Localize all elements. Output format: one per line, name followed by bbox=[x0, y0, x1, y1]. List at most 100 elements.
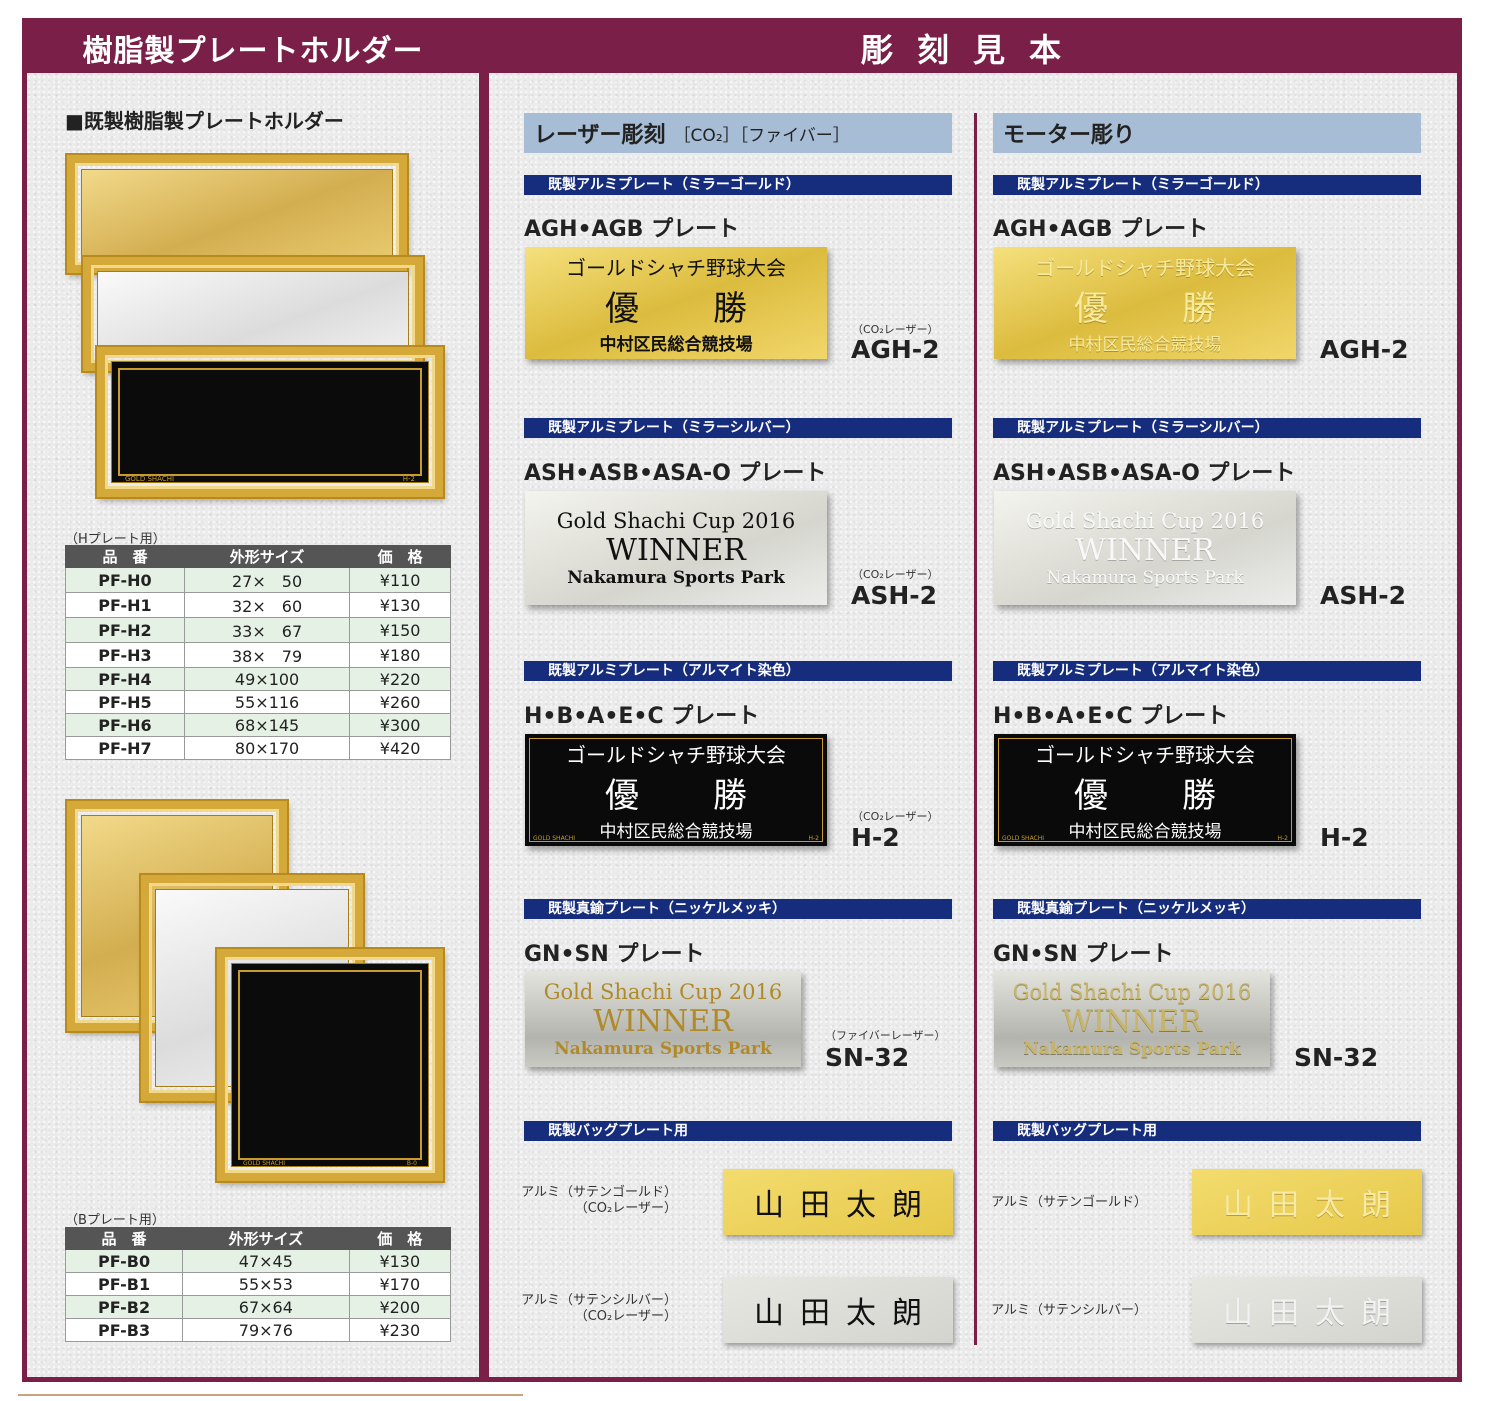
table-header-price: 価 格 bbox=[348, 1227, 452, 1250]
table-header-code: 品 番 bbox=[65, 545, 185, 568]
b-holder-brand-label: GOLD SHACHI bbox=[243, 1160, 286, 1167]
cell-price: ¥230 bbox=[348, 1318, 452, 1342]
model-ash-2: ASH-2 bbox=[1320, 581, 1407, 610]
product-title-hbaec: H•B•A•E•C プレート bbox=[524, 704, 760, 729]
section-bar-nickel: 既製真鍮プレート（ニッケルメッキ） bbox=[993, 899, 1421, 919]
model-sn-32: SN-32 bbox=[1294, 1043, 1379, 1072]
plate-line-3: Nakamura Sports Park bbox=[567, 567, 785, 588]
plate-holder-header: 樹脂製プレートホルダー bbox=[27, 23, 479, 73]
plate-line-1: ゴールドシャチ野球大会 bbox=[1035, 255, 1255, 280]
plate-line-3: 中村区民総合競技場 bbox=[1068, 334, 1222, 355]
table-row: PF-H0 27× 50 ¥110 bbox=[65, 567, 451, 593]
cell-price: ¥300 bbox=[349, 713, 451, 737]
cell-price: ¥130 bbox=[348, 1249, 452, 1273]
plate-line-1: ゴールドシャチ野球大会 bbox=[566, 255, 786, 280]
product-title-ash: ASH•ASB•ASA-O プレート bbox=[993, 461, 1296, 486]
b-holder-code-label: B-0 bbox=[406, 1160, 417, 1167]
table-row: PF-B0 47×45 ¥130 bbox=[64, 1249, 452, 1273]
bag-plate-name: 山田太朗 bbox=[1223, 1188, 1407, 1223]
plate-line-3: 中村区民総合競技場 bbox=[599, 334, 753, 355]
sample-plate-silver-laser: Gold Shachi Cup 2016 WINNER Nakamura Spo… bbox=[525, 491, 827, 605]
product-title-agh: AGH•AGB プレート bbox=[993, 217, 1209, 242]
sample-plate-black-motor: ゴールドシャチ野球大会 優 勝 中村区民総合競技場 GOLD SHACHI H-2 bbox=[994, 734, 1296, 846]
section-bar-mirror-silver: 既製アルミプレート（ミラーシルバー） bbox=[524, 418, 952, 438]
plate-line-1: Gold Shachi Cup 2016 bbox=[556, 508, 796, 533]
bag-plate-silver-laser: 山田太朗 bbox=[723, 1277, 953, 1343]
section-bar-bag: 既製バッグプレート用 bbox=[524, 1121, 952, 1141]
plate-line-2: WINNER bbox=[1075, 532, 1215, 568]
bag-plate-gold-motor: 山田太朗 bbox=[1192, 1169, 1422, 1235]
product-title-agh: AGH•AGB プレート bbox=[524, 217, 740, 242]
table-header-code: 品 番 bbox=[64, 1227, 184, 1250]
section-bar-mirror-gold: 既製アルミプレート（ミラーゴールド） bbox=[993, 175, 1421, 195]
co2-laser-note: （CO₂レーザー） bbox=[852, 568, 939, 581]
plate-line-2: WINNER bbox=[593, 1003, 733, 1039]
laser-subtitle: ［CO₂］［ファイバー］ bbox=[673, 125, 850, 146]
bag-laser-gold-material: アルミ（サテンゴールド） （CO₂レーザー） bbox=[519, 1185, 677, 1217]
cell-price: ¥180 bbox=[349, 642, 451, 668]
co2-laser-note: （CO₂レーザー） bbox=[852, 810, 939, 823]
material-line-2: （CO₂レーザー） bbox=[574, 1309, 677, 1324]
section-bar-mirror-gold: 既製アルミプレート（ミラーゴールド） bbox=[524, 175, 952, 195]
bag-motor-silver-material: アルミ（サテンシルバー） bbox=[991, 1303, 1147, 1318]
h-holder-gold-image bbox=[67, 155, 407, 273]
h-holder-brand-label: GOLD SHACHI bbox=[125, 475, 175, 483]
material-line-1: アルミ（サテンゴールド） bbox=[521, 1185, 677, 1200]
cell-size: 49×100 bbox=[183, 667, 351, 691]
product-title-gnsn: GN•SN プレート bbox=[993, 942, 1174, 967]
plate-line-3: Nakamura Sports Park bbox=[1046, 567, 1244, 588]
cell-price: ¥130 bbox=[349, 592, 451, 618]
model-h-2: H-2 bbox=[851, 823, 900, 852]
plate-line-2: 優 勝 bbox=[1074, 288, 1236, 329]
plate-line-1: ゴールドシャチ野球大会 bbox=[566, 742, 786, 767]
bag-plate-name: 山田太朗 bbox=[754, 1188, 938, 1223]
model-ash-2: ASH-2 bbox=[851, 581, 938, 610]
table-row: PF-H4 49×100 ¥220 bbox=[65, 667, 451, 691]
cell-code: PF-H5 bbox=[65, 690, 185, 714]
section-bar-mirror-silver: 既製アルミプレート（ミラーシルバー） bbox=[993, 418, 1421, 438]
product-title-hbaec: H•B•A•E•C プレート bbox=[993, 704, 1229, 729]
cell-price: ¥200 bbox=[348, 1295, 452, 1319]
table-header-size: 外形サイズ bbox=[183, 545, 351, 568]
material-line-2: （CO₂レーザー） bbox=[574, 1201, 677, 1216]
plate-line-3: Nakamura Sports Park bbox=[1023, 1038, 1241, 1059]
cell-code: PF-H0 bbox=[65, 567, 185, 593]
laser-title: レーザー彫刻 bbox=[534, 123, 666, 148]
plate-line-2: 優 勝 bbox=[605, 775, 767, 816]
cell-size: 38× 79 bbox=[183, 642, 351, 668]
fiber-laser-note: （ファイバーレーザー） bbox=[825, 1029, 946, 1042]
table-row: PF-H3 38× 79 ¥180 bbox=[65, 642, 451, 668]
plate-brand-label: GOLD SHACHI bbox=[1002, 835, 1045, 842]
sample-plate-silver-motor: Gold Shachi Cup 2016 WINNER Nakamura Spo… bbox=[994, 491, 1296, 605]
h-holder-price-table: 品 番 外形サイズ 価 格 PF-H0 27× 50 ¥110 PF-H1 32× 60… bbox=[65, 545, 451, 760]
sample-plate-gold-laser: ゴールドシャチ野球大会 優 勝 中村区民総合競技場 bbox=[525, 247, 827, 359]
plate-code-label: H-2 bbox=[808, 835, 820, 842]
cell-size: 33× 67 bbox=[183, 617, 351, 643]
cell-code: PF-H1 bbox=[65, 592, 185, 618]
model-h-2: H-2 bbox=[1320, 823, 1369, 852]
sample-plate-black-laser: ゴールドシャチ野球大会 優 勝 中村区民総合競技場 GOLD SHACHI H-2 bbox=[525, 734, 827, 846]
section-bar-nickel: 既製真鍮プレート（ニッケルメッキ） bbox=[524, 899, 952, 919]
section-bar-alumite: 既製アルミプレート（アルマイト染色） bbox=[993, 661, 1421, 681]
table-row: PF-B2 67×64 ¥200 bbox=[64, 1295, 452, 1319]
sample-plate-nickel-laser: Gold Shachi Cup 2016 WINNER Nakamura Spo… bbox=[525, 971, 801, 1067]
plate-line-2: 優 勝 bbox=[1074, 775, 1236, 816]
model-sn-32: SN-32 bbox=[825, 1043, 910, 1072]
motor-column-title: モーター彫り bbox=[993, 113, 1421, 153]
plate-code-label: H-2 bbox=[1277, 835, 1289, 842]
material-line-1: アルミ（サテンシルバー） bbox=[521, 1293, 677, 1308]
cell-code: PF-H4 bbox=[65, 667, 185, 691]
plate-line-1: Gold Shachi Cup 2016 bbox=[1012, 979, 1252, 1004]
cell-price: ¥420 bbox=[349, 736, 451, 760]
cell-price: ¥260 bbox=[349, 690, 451, 714]
cell-code: PF-H2 bbox=[65, 617, 185, 643]
cell-code: PF-H6 bbox=[65, 713, 185, 737]
cell-code: PF-H3 bbox=[65, 642, 185, 668]
h-holder-black-image: GOLD SHACHI H-2 bbox=[97, 347, 443, 497]
cell-code: PF-B0 bbox=[64, 1249, 184, 1273]
sample-plate-nickel-motor: Gold Shachi Cup 2016 WINNER Nakamura Spo… bbox=[994, 971, 1270, 1067]
table-header-size: 外形サイズ bbox=[182, 1227, 350, 1250]
cell-size: 55×53 bbox=[182, 1272, 350, 1296]
cell-size: 27× 50 bbox=[183, 567, 351, 593]
cell-price: ¥220 bbox=[349, 667, 451, 691]
